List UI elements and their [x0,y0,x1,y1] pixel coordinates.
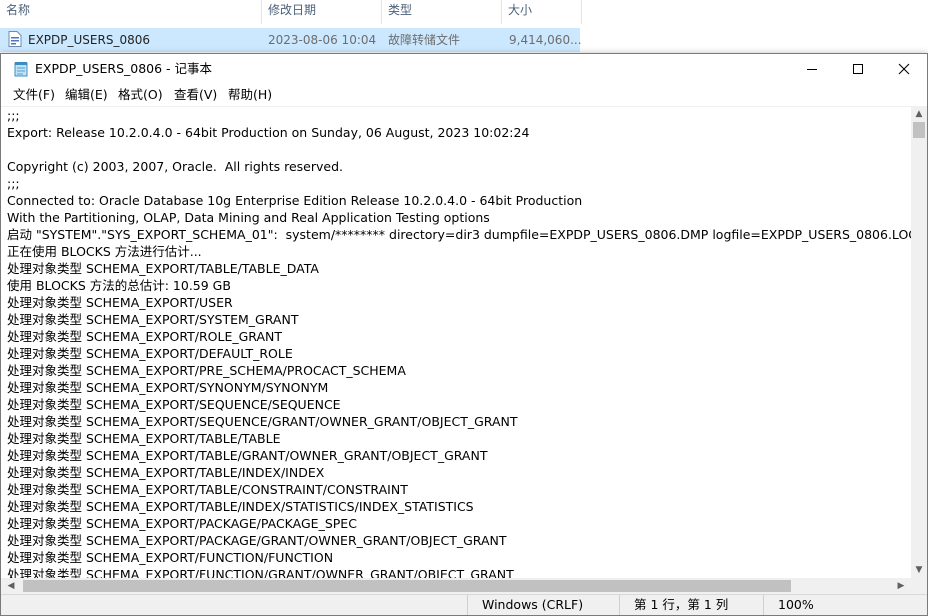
status-encoding: Windows (CRLF) [467,595,619,615]
text-line: 处理对象类型 SCHEMA_EXPORT/FUNCTION/FUNCTION [7,550,334,565]
file-type: 故障转储文件 [388,33,461,47]
text-line: ;;; [7,108,20,123]
text-line: 启动 "SYSTEM"."SYS_EXPORT_SCHEMA_01": syst… [7,227,911,242]
text-line: 处理对象类型 SCHEMA_EXPORT/SEQUENCE/SEQUENCE [7,397,341,412]
text-line: 处理对象类型 SCHEMA_EXPORT/PACKAGE/GRANT/OWNER… [7,533,507,548]
maximize-button[interactable] [835,54,881,84]
file-size: 9,414,060... [509,33,582,47]
close-button[interactable] [881,54,927,84]
text-line: ;;; [7,176,20,191]
file-explorer-list: 名称 修改日期 类型 大小 EXPDP_USERS_0806 2023-08-0… [0,0,928,60]
status-bar: Windows (CRLF) 第 1 行，第 1 列 100% [1,594,927,615]
column-header-label: 大小 [508,3,533,17]
text-line: 处理对象类型 SCHEMA_EXPORT/SYNONYM/SYNONYM [7,380,329,395]
text-line: 处理对象类型 SCHEMA_EXPORT/TABLE/INDEX/STATIST… [7,499,474,514]
close-icon [898,63,910,75]
file-name: EXPDP_USERS_0806 [28,33,150,47]
text-line: 处理对象类型 SCHEMA_EXPORT/PACKAGE/PACKAGE_SPE… [7,516,357,531]
menu-help[interactable]: 帮助(H) [225,86,275,104]
status-zoom: 100% [763,595,927,615]
minimize-button[interactable] [789,54,835,84]
scroll-right-icon[interactable]: ▶ [893,578,909,594]
horizontal-scrollbar[interactable]: ◀ ▶ [1,578,911,594]
text-line: 处理对象类型 SCHEMA_EXPORT/ROLE_GRANT [7,329,283,344]
menu-edit[interactable]: 编辑(E) [62,86,111,104]
column-header-label: 名称 [6,3,31,17]
status-cursor-position: 第 1 行，第 1 列 [619,595,763,615]
menu-bar: 文件(F) 编辑(E) 格式(O) 查看(V) 帮助(H) [1,84,927,106]
text-line: 处理对象类型 SCHEMA_EXPORT/USER [7,295,233,310]
vertical-scrollbar[interactable]: ▲ ▼ [911,106,927,578]
text-line: 使用 BLOCKS 方法的总估计: 10.59 GB [7,278,231,293]
column-header-size[interactable]: 大小 [502,0,582,24]
menu-view[interactable]: 查看(V) [171,86,220,104]
title-bar[interactable]: EXPDP_USERS_0806 - 记事本 [1,54,927,84]
scroll-up-icon[interactable]: ▲ [911,106,927,122]
text-line: 处理对象类型 SCHEMA_EXPORT/DEFAULT_ROLE [7,346,293,361]
text-line: 处理对象类型 SCHEMA_EXPORT/TABLE/TABLE_DATA [7,261,319,276]
notepad-icon [14,62,28,77]
column-header-modified[interactable]: 修改日期 [262,0,382,24]
text-line: With the Partitioning, OLAP, Data Mining… [7,210,490,225]
text-line: 处理对象类型 SCHEMA_EXPORT/TABLE/GRANT/OWNER_G… [7,448,488,463]
scroll-down-icon[interactable]: ▼ [911,562,927,578]
file-modified: 2023-08-06 10:04 [268,33,377,47]
scrollbar-corner [911,578,927,594]
notepad-window: EXPDP_USERS_0806 - 记事本 文件(F) 编辑(E) 格式(O)… [0,53,928,616]
menu-format[interactable]: 格式(O) [115,86,166,104]
column-header-label: 类型 [388,3,413,17]
text-line: Connected to: Oracle Database 10g Enterp… [7,193,583,208]
window-title: EXPDP_USERS_0806 - 记事本 [35,61,213,76]
text-line: 处理对象类型 SCHEMA_EXPORT/TABLE/TABLE [7,431,281,446]
text-line: 正在使用 BLOCKS 方法进行估计... [7,244,202,259]
text-line: Export: Release 10.2.0.4.0 - 64bit Produ… [7,125,530,140]
text-editor[interactable]: ;;; Export: Release 10.2.0.4.0 - 64bit P… [1,106,911,579]
menu-file[interactable]: 文件(F) [10,86,58,104]
dump-file-icon [8,31,22,47]
scroll-left-icon[interactable]: ◀ [3,578,19,594]
text-line: 处理对象类型 SCHEMA_EXPORT/SEQUENCE/GRANT/OWNE… [7,414,518,429]
text-line: 处理对象类型 SCHEMA_EXPORT/TABLE/CONSTRAINT/CO… [7,482,408,497]
text-line: 处理对象类型 SCHEMA_EXPORT/PRE_SCHEMA/PROCACT_… [7,363,406,378]
column-header-name[interactable]: 名称 [0,0,262,24]
column-header-label: 修改日期 [268,3,317,17]
maximize-icon [853,64,863,74]
vertical-scroll-thumb[interactable] [913,122,925,138]
column-header-type[interactable]: 类型 [382,0,502,24]
horizontal-scroll-thumb[interactable] [23,580,791,592]
text-line: Copyright (c) 2003, 2007, Oracle. All ri… [7,159,343,174]
text-line: 处理对象类型 SCHEMA_EXPORT/SYSTEM_GRANT [7,312,299,327]
minimize-icon [807,69,817,70]
text-line: 处理对象类型 SCHEMA_EXPORT/TABLE/INDEX/INDEX [7,465,325,480]
